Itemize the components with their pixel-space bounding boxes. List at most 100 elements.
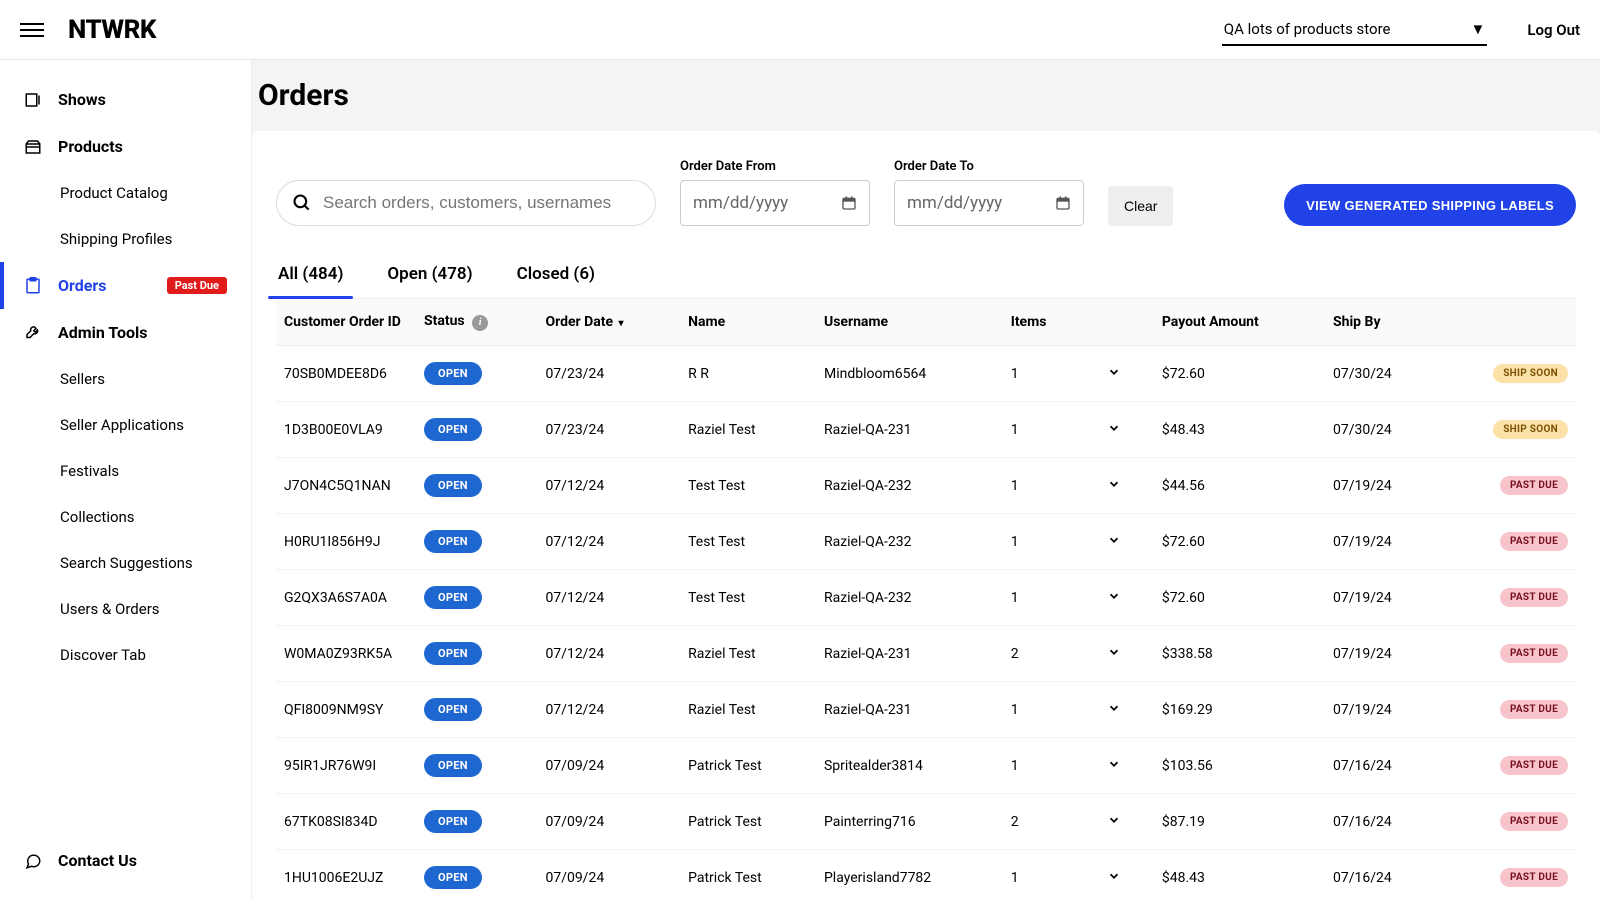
order-date: 07/23/24 xyxy=(537,402,680,458)
expand-row-icon[interactable] xyxy=(1107,645,1121,659)
col-payout[interactable]: Payout Amount xyxy=(1154,299,1325,346)
products-icon xyxy=(24,138,42,156)
order-id: 1HU1006E2UJZ xyxy=(276,850,416,900)
ship-by: 07/19/24 xyxy=(1325,458,1438,514)
order-date: 07/23/24 xyxy=(537,346,680,402)
payout-amount: $103.56 xyxy=(1154,738,1325,794)
chat-icon xyxy=(24,852,42,870)
clear-button[interactable]: Clear xyxy=(1108,186,1173,226)
sidebar-item-discover-tab[interactable]: Discover Tab xyxy=(0,632,251,678)
sidebar-item-search-suggestions[interactable]: Search Suggestions xyxy=(0,540,251,586)
search-input[interactable] xyxy=(276,180,656,226)
expand-row-icon[interactable] xyxy=(1107,533,1121,547)
col-id[interactable]: Customer Order ID xyxy=(276,299,416,346)
order-date-from-input[interactable]: mm/dd/yyyy xyxy=(680,180,870,226)
payout-amount: $48.43 xyxy=(1154,850,1325,900)
sidebar-item-shows[interactable]: Shows xyxy=(0,76,251,123)
ship-by: 07/30/24 xyxy=(1325,402,1438,458)
ship-flag-badge: PAST DUE xyxy=(1500,644,1568,663)
view-labels-button[interactable]: VIEW GENERATED SHIPPING LABELS xyxy=(1284,184,1576,226)
status-badge: OPEN xyxy=(424,418,482,441)
sidebar-item-orders[interactable]: Orders Past Due xyxy=(0,262,251,309)
items-count: 1 xyxy=(1003,738,1081,794)
items-count: 1 xyxy=(1003,682,1081,738)
sidebar-item-users-orders[interactable]: Users & Orders xyxy=(0,586,251,632)
payout-amount: $169.29 xyxy=(1154,682,1325,738)
past-due-badge: Past Due xyxy=(167,277,227,294)
tab-all[interactable]: All (484) xyxy=(276,254,345,298)
sidebar-item-admin-tools[interactable]: Admin Tools xyxy=(0,309,251,356)
tab-open[interactable]: Open (478) xyxy=(385,254,474,298)
sidebar-item-shipping-profiles[interactable]: Shipping Profiles xyxy=(0,216,251,262)
status-badge: OPEN xyxy=(424,642,482,665)
col-order-date[interactable]: Order Date ▾ xyxy=(537,299,680,346)
expand-row-icon[interactable] xyxy=(1107,869,1121,883)
table-row[interactable]: 95IR1JR76W9IOPEN07/09/24Patrick TestSpri… xyxy=(276,738,1576,794)
table-row[interactable]: QFI8009NM9SYOPEN07/12/24Raziel TestRazie… xyxy=(276,682,1576,738)
payout-amount: $87.19 xyxy=(1154,794,1325,850)
ship-flag-badge: PAST DUE xyxy=(1500,868,1568,887)
store-select[interactable]: QA lots of products store ▼ xyxy=(1222,14,1488,46)
logo: NTWRK xyxy=(68,15,156,45)
status-badge: OPEN xyxy=(424,586,482,609)
items-count: 1 xyxy=(1003,346,1081,402)
order-date-to-input[interactable]: mm/dd/yyyy xyxy=(894,180,1084,226)
col-items[interactable]: Items xyxy=(1003,299,1081,346)
topbar: NTWRK QA lots of products store ▼ Log Ou… xyxy=(0,0,1600,60)
sidebar-item-sellers[interactable]: Sellers xyxy=(0,356,251,402)
order-date: 07/12/24 xyxy=(537,626,680,682)
username: Raziel-QA-232 xyxy=(816,570,1003,626)
table-row[interactable]: 67TK08SI834DOPEN07/09/24Patrick TestPain… xyxy=(276,794,1576,850)
table-row[interactable]: G2QX3A6S7A0AOPEN07/12/24Test TestRaziel-… xyxy=(276,570,1576,626)
expand-row-icon[interactable] xyxy=(1107,701,1121,715)
col-status[interactable]: Status i xyxy=(416,299,537,346)
ship-by: 07/16/24 xyxy=(1325,850,1438,900)
ship-flag-badge: PAST DUE xyxy=(1500,532,1568,551)
username: Mindbloom6564 xyxy=(816,346,1003,402)
ship-by: 07/19/24 xyxy=(1325,514,1438,570)
expand-row-icon[interactable] xyxy=(1107,421,1121,435)
table-row[interactable]: J7ON4C5Q1NANOPEN07/12/24Test TestRaziel-… xyxy=(276,458,1576,514)
info-icon[interactable]: i xyxy=(472,315,488,331)
sidebar-item-collections[interactable]: Collections xyxy=(0,494,251,540)
payout-amount: $48.43 xyxy=(1154,402,1325,458)
sidebar-item-product-catalog[interactable]: Product Catalog xyxy=(0,170,251,216)
expand-row-icon[interactable] xyxy=(1107,757,1121,771)
table-row[interactable]: 1D3B00E0VLA9OPEN07/23/24Raziel TestRazie… xyxy=(276,402,1576,458)
expand-row-icon[interactable] xyxy=(1107,365,1121,379)
sidebar-item-seller-applications[interactable]: Seller Applications xyxy=(0,402,251,448)
logout-button[interactable]: Log Out xyxy=(1527,21,1580,39)
table-row[interactable]: H0RU1I856H9JOPEN07/12/24Test TestRaziel-… xyxy=(276,514,1576,570)
store-select-label: QA lots of products store xyxy=(1224,20,1391,38)
order-id: 1D3B00E0VLA9 xyxy=(276,402,416,458)
col-username[interactable]: Username xyxy=(816,299,1003,346)
username: Raziel-QA-231 xyxy=(816,626,1003,682)
orders-icon xyxy=(24,277,42,295)
sidebar-item-festivals[interactable]: Festivals xyxy=(0,448,251,494)
order-date: 07/09/24 xyxy=(537,738,680,794)
col-name[interactable]: Name xyxy=(680,299,816,346)
sidebar-item-products[interactable]: Products xyxy=(0,123,251,170)
ship-flag-badge: PAST DUE xyxy=(1500,588,1568,607)
table-row[interactable]: 1HU1006E2UJZOPEN07/09/24Patrick TestPlay… xyxy=(276,850,1576,900)
table-row[interactable]: 70SB0MDEE8D6OPEN07/23/24R RMindbloom6564… xyxy=(276,346,1576,402)
order-id: H0RU1I856H9J xyxy=(276,514,416,570)
calendar-icon xyxy=(841,195,857,211)
ship-by: 07/19/24 xyxy=(1325,626,1438,682)
menu-icon[interactable] xyxy=(20,18,44,42)
tab-closed[interactable]: Closed (6) xyxy=(515,254,597,298)
ship-flag-badge: PAST DUE xyxy=(1500,812,1568,831)
order-id: 70SB0MDEE8D6 xyxy=(276,346,416,402)
expand-row-icon[interactable] xyxy=(1107,589,1121,603)
sidebar: Shows Products Product Catalog Shipping … xyxy=(0,60,252,900)
expand-row-icon[interactable] xyxy=(1107,477,1121,491)
expand-row-icon[interactable] xyxy=(1107,813,1121,827)
col-ship-by[interactable]: Ship By xyxy=(1325,299,1438,346)
search-icon xyxy=(292,193,312,213)
sidebar-item-contact-us[interactable]: Contact Us xyxy=(0,837,251,884)
table-row[interactable]: W0MA0Z93RK5AOPEN07/12/24Raziel TestRazie… xyxy=(276,626,1576,682)
chevron-down-icon: ▼ xyxy=(1471,20,1486,38)
admin-tools-icon xyxy=(24,324,42,342)
order-id: G2QX3A6S7A0A xyxy=(276,570,416,626)
items-count: 1 xyxy=(1003,458,1081,514)
